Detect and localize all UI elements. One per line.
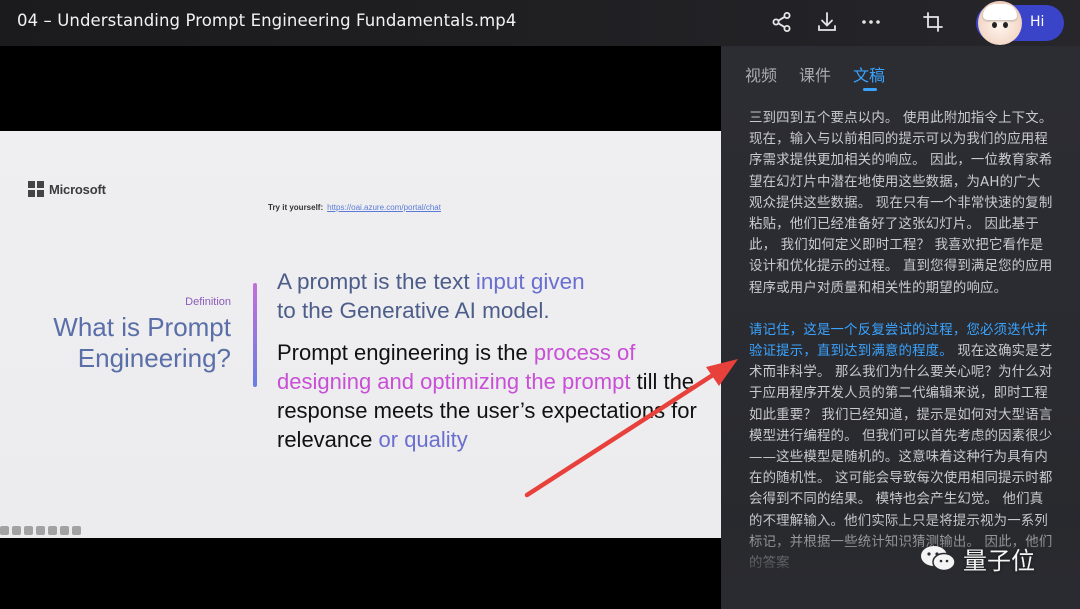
search-tool-icon[interactable] <box>24 526 33 535</box>
pointer-tool-icon[interactable] <box>0 526 9 535</box>
tab-video[interactable]: 视频 <box>745 62 777 86</box>
slide-heading: What is Prompt Engineering? <box>53 312 231 373</box>
video-title: 04 – Understanding Prompt Engineering Fu… <box>17 11 517 30</box>
crop-icon[interactable] <box>921 10 945 34</box>
presentation-slide: Microsoft Try it yourself: https://oai.az… <box>0 131 721 538</box>
accent-bar <box>253 283 257 387</box>
wechat-icon <box>919 544 957 574</box>
ai-assistant-button[interactable]: Hi <box>976 1 1064 45</box>
try-it-yourself: Try it yourself: https://oai.azure.com/po… <box>268 203 441 212</box>
transcript-paragraph: 请记住，这是一个反复尝试的过程，您必须迭代并验证提示，直到达到满意的程度。 现在… <box>749 322 1053 572</box>
more-icon[interactable] <box>859 10 883 34</box>
try-link[interactable]: https://oai.azure.com/portal/chat <box>327 203 441 212</box>
definition-prompt-engineering: Prompt engineering is the process of des… <box>277 340 697 452</box>
slide-toolbar[interactable] <box>0 526 81 535</box>
ai-assistant-label: Hi <box>1030 14 1045 30</box>
slides-tool-icon[interactable] <box>48 526 57 535</box>
watermark: 量子位 <box>919 541 1035 576</box>
watermark-text: 量子位 <box>963 547 1035 575</box>
options-tool-icon[interactable] <box>72 526 81 535</box>
view-tool-icon[interactable] <box>36 526 45 535</box>
share-icon[interactable] <box>770 10 794 34</box>
side-panel: 视频 课件 文稿 三到四到五个要点以内。 使用此附加指令上下文。 现在，输入与以… <box>721 46 1080 609</box>
microsoft-logo-icon <box>28 181 44 197</box>
transcript-text[interactable]: 三到四到五个要点以内。 使用此附加指令上下文。 现在，输入与以前相同的提示可以为… <box>749 108 1053 595</box>
definition-prompt: A prompt is the text input given to the … <box>277 269 585 323</box>
panel-tabs: 视频 课件 文稿 <box>745 62 885 91</box>
brand-label: Microsoft <box>49 182 106 197</box>
download-icon[interactable] <box>815 10 839 34</box>
transcript-paragraph: 三到四到五个要点以内。 使用此附加指令上下文。 现在，输入与以前相同的提示可以为… <box>749 111 1053 296</box>
tab-courseware[interactable]: 课件 <box>799 62 831 86</box>
definition-label: Definition <box>185 296 231 308</box>
title-bar: 04 – Understanding Prompt Engineering Fu… <box>0 0 1080 46</box>
tab-transcript[interactable]: 文稿 <box>853 62 885 91</box>
ai-avatar-icon <box>978 1 1022 45</box>
video-player[interactable]: Microsoft Try it yourself: https://oai.az… <box>0 46 721 609</box>
zoom-tool-icon[interactable] <box>60 526 69 535</box>
pen-tool-icon[interactable] <box>12 526 21 535</box>
